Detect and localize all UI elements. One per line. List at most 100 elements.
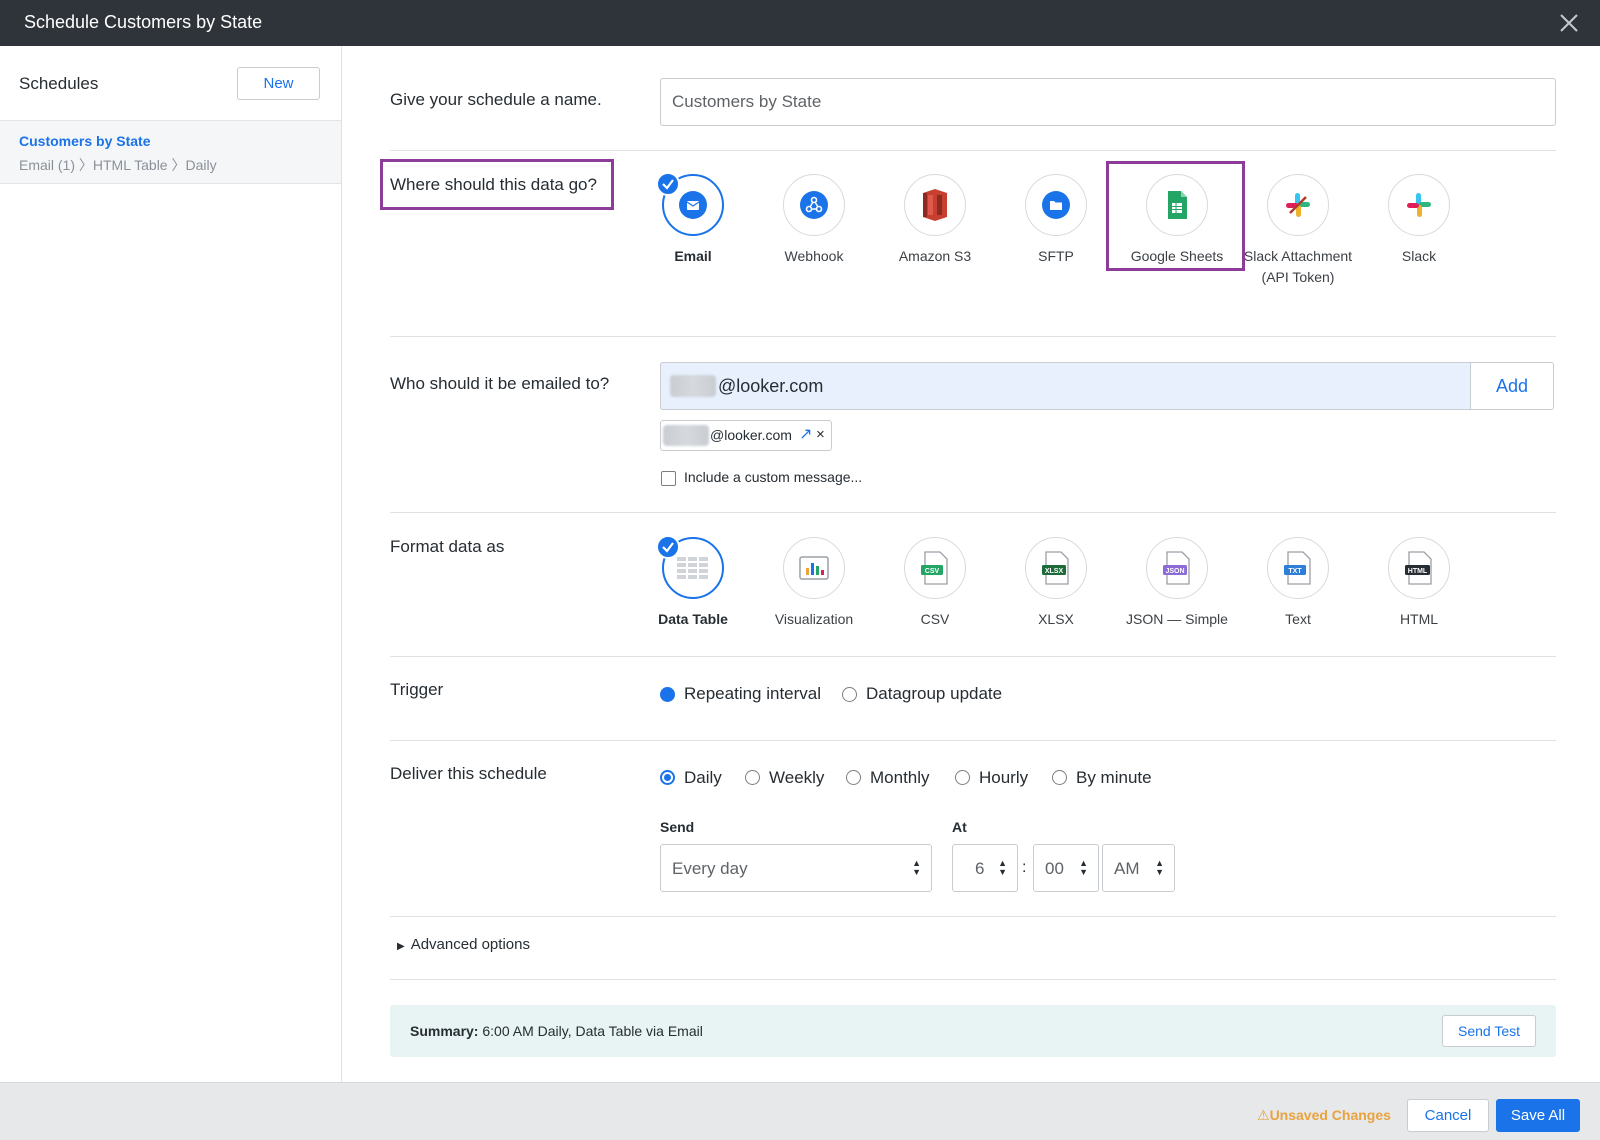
delivery-by-minute-label[interactable]: By minute — [1076, 768, 1152, 788]
save-all-button[interactable]: Save All — [1496, 1099, 1580, 1132]
visualization-icon — [799, 556, 829, 580]
minute-select[interactable]: 00 ▲ ▼ — [1033, 844, 1099, 892]
destination-sftp[interactable]: SFTP — [1001, 174, 1111, 267]
chip-link-icon[interactable]: ↗ — [799, 424, 812, 444]
destination-slack-attachment-label: Slack Attachment (API Token) — [1243, 248, 1353, 285]
delivery-by-minute-radio[interactable] — [1052, 770, 1067, 785]
format-csv[interactable]: CSV CSV — [880, 537, 990, 630]
svg-text:HTML: HTML — [1408, 568, 1428, 575]
schedules-sidebar: Schedules New Customers by State Email (… — [0, 46, 342, 1082]
format-data-table-label: Data Table — [658, 611, 728, 627]
cancel-button[interactable]: Cancel — [1407, 1099, 1489, 1132]
destination-label: Where should this data go? — [390, 175, 597, 194]
divider — [390, 916, 1556, 917]
divider — [390, 740, 1556, 741]
send-frequency-select[interactable]: Every day ▲ ▼ — [660, 844, 932, 892]
divider — [390, 979, 1556, 980]
delivery-weekly-label[interactable]: Weekly — [769, 768, 824, 788]
ampm-select[interactable]: AM ▲ ▼ — [1102, 844, 1175, 892]
delivery-weekly-radio[interactable] — [745, 770, 760, 785]
summary-value: 6:00 AM Daily, Data Table via Email — [482, 1023, 703, 1039]
format-visualization[interactable]: Visualization — [759, 537, 869, 630]
recipient-chip-text: @looker.com — [710, 427, 792, 443]
schedule-name-input[interactable]: Customers by State — [660, 78, 1556, 126]
format-json-label: JSON — Simple — [1126, 611, 1228, 627]
destination-google-sheets[interactable]: Google Sheets — [1122, 174, 1232, 267]
divider — [390, 150, 1556, 151]
format-text-label: Text — [1285, 611, 1311, 627]
ampm-value: AM — [1114, 859, 1140, 878]
advanced-options-label: Advanced options — [410, 936, 530, 953]
add-recipient-button[interactable]: Add — [1470, 362, 1554, 410]
format-label: Format data as — [390, 537, 505, 556]
delivery-hourly-radio[interactable] — [955, 770, 970, 785]
divider — [390, 656, 1556, 657]
divider — [390, 336, 1556, 337]
trigger-datagroup-label[interactable]: Datagroup update — [866, 684, 1002, 704]
format-csv-label: CSV — [920, 611, 950, 627]
destination-email[interactable]: Email — [638, 172, 748, 267]
format-data-table[interactable]: Data Table — [638, 535, 748, 630]
google-sheets-icon — [1168, 191, 1187, 219]
title-bar: Schedule Customers by State — [0, 0, 1600, 46]
schedule-name-label: Give your schedule a name. — [390, 90, 602, 109]
footer-bar: ⚠Unsaved Changes Cancel Save All — [0, 1082, 1600, 1140]
delivery-label: Deliver this schedule — [390, 764, 547, 783]
send-test-button[interactable]: Send Test — [1442, 1015, 1536, 1047]
destination-slack[interactable]: Slack — [1364, 174, 1474, 267]
custom-message-label[interactable]: Include a custom message... — [684, 469, 862, 485]
format-xlsx[interactable]: XLSX XLSX — [1001, 537, 1111, 630]
select-arrows-icon: ▲ ▼ — [1155, 858, 1164, 877]
delivery-monthly-radio[interactable] — [846, 770, 861, 785]
time-colon: : — [1022, 859, 1027, 876]
txt-icon: TXT — [1284, 551, 1311, 585]
csv-icon: CSV — [921, 551, 948, 585]
delivery-hourly-label[interactable]: Hourly — [979, 768, 1028, 788]
trigger-repeating-radio[interactable] — [660, 687, 675, 702]
email-icon — [679, 191, 707, 219]
email-input-value: @looker.com — [718, 376, 824, 396]
destination-webhook[interactable]: Webhook — [759, 174, 869, 267]
custom-message-checkbox[interactable] — [661, 471, 676, 486]
destination-amazon-s3[interactable]: Amazon S3 — [880, 174, 990, 267]
schedule-item-name: Customers by State — [19, 133, 151, 149]
recipient-chip: @looker.com ↗ × — [660, 420, 832, 451]
schedules-heading: Schedules — [19, 74, 99, 93]
format-visualization-label: Visualization — [774, 611, 854, 627]
slack-icon — [1407, 193, 1431, 217]
destination-email-label: Email — [674, 248, 712, 264]
selected-check-icon — [656, 172, 680, 196]
hour-select[interactable]: 6 ▲ ▼ — [952, 844, 1018, 892]
summary-bar: Summary: 6:00 AM Daily, Data Table via E… — [390, 1005, 1556, 1057]
schedule-list-item[interactable]: Customers by State Email (1) 〉HTML Table… — [0, 120, 341, 184]
delivery-monthly-label[interactable]: Monthly — [870, 768, 930, 788]
format-html[interactable]: HTML HTML — [1364, 537, 1474, 630]
caret-right-icon: ▶ — [397, 941, 405, 952]
delivery-daily-label[interactable]: Daily — [684, 768, 722, 788]
sftp-icon — [1042, 191, 1070, 219]
destination-slack-attachment[interactable]: Slack Attachment (API Token) — [1243, 174, 1353, 288]
remove-chip-icon[interactable]: × — [816, 426, 825, 443]
trigger-datagroup-radio[interactable] — [842, 687, 857, 702]
minute-value: 00 — [1045, 859, 1064, 878]
destination-google-sheets-label: Google Sheets — [1130, 248, 1224, 264]
email-input[interactable]: @looker.com — [660, 362, 1470, 410]
hour-value: 6 — [975, 859, 985, 878]
warning-icon: ⚠ — [1257, 1107, 1270, 1123]
unsaved-changes-indicator: ⚠Unsaved Changes — [1257, 1107, 1391, 1124]
new-schedule-button[interactable]: New — [237, 67, 320, 100]
data-table-icon — [677, 557, 708, 579]
svg-text:TXT: TXT — [1288, 568, 1302, 575]
format-json[interactable]: JSON JSON — Simple — [1122, 537, 1232, 630]
unsaved-changes-label: Unsaved Changes — [1269, 1107, 1391, 1123]
advanced-options-toggle[interactable]: ▶ Advanced options — [397, 936, 530, 953]
close-icon[interactable] — [1556, 10, 1582, 36]
trigger-repeating-label[interactable]: Repeating interval — [684, 684, 821, 704]
redacted-email-blur — [670, 375, 716, 397]
html-icon: HTML — [1405, 551, 1432, 585]
summary-text: Summary: 6:00 AM Daily, Data Table via E… — [410, 1023, 703, 1039]
format-text[interactable]: TXT Text — [1243, 537, 1353, 630]
summary-label: Summary: — [410, 1023, 479, 1039]
delivery-daily-radio[interactable] — [660, 770, 675, 785]
recipients-label: Who should it be emailed to? — [390, 374, 610, 393]
